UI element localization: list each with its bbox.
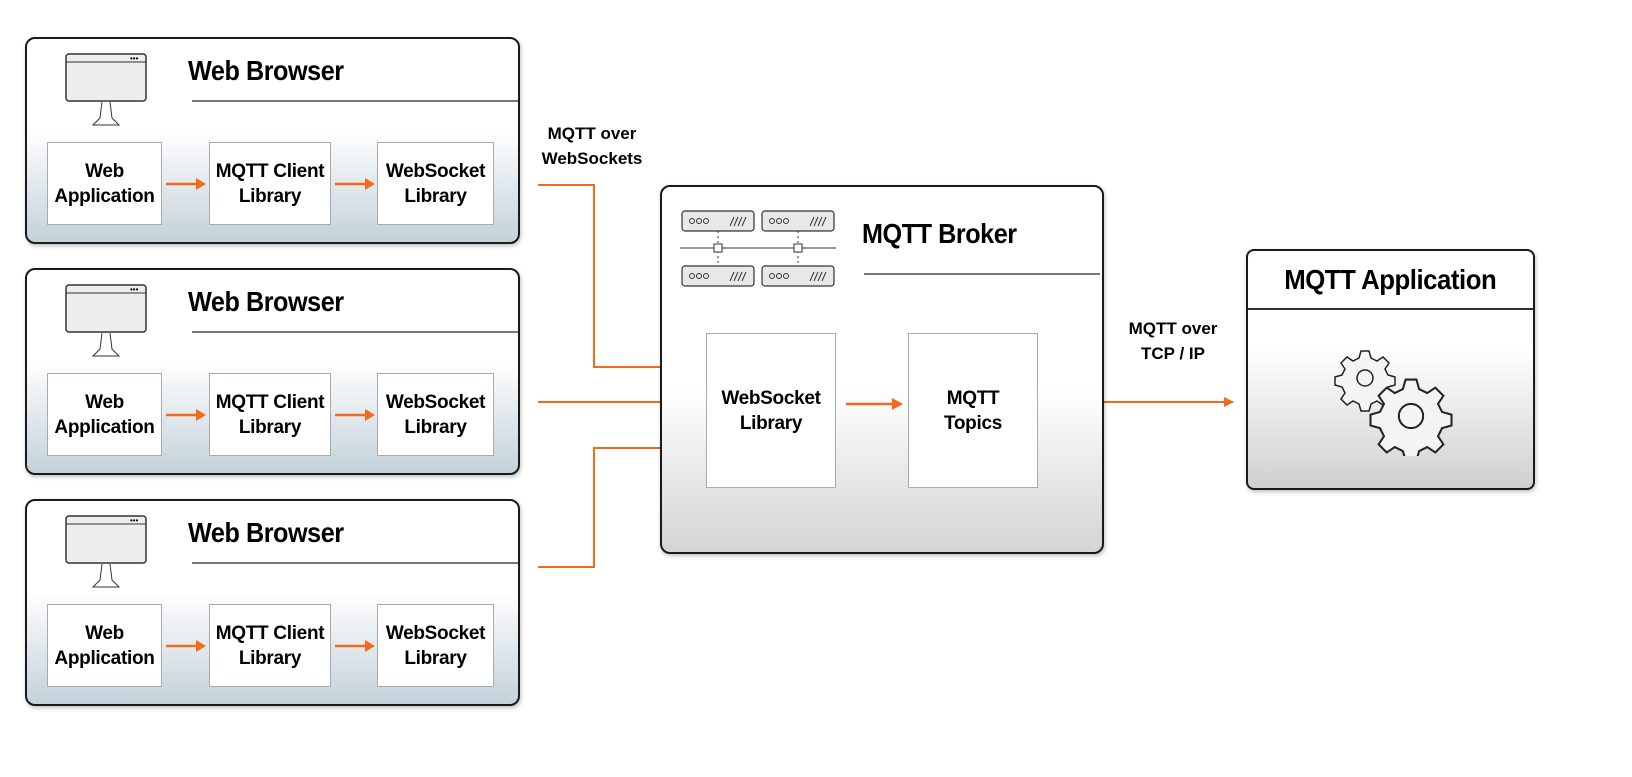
mqtt-broker: MQTT Broker WebSocket Library MQTT Topic… — [660, 185, 1104, 554]
application-title: MQTT Application — [1284, 263, 1497, 295]
mqtt-client-library-box: MQTT Client Library — [209, 373, 331, 456]
broker-title: MQTT Broker — [862, 218, 1017, 249]
mqtt-topics-box: MQTT Topics — [908, 333, 1038, 488]
arrow-icon — [335, 640, 375, 652]
divider — [192, 331, 518, 333]
divider — [192, 562, 518, 564]
broker-websocket-library-box: WebSocket Library — [706, 333, 836, 488]
monitor-icon: ••• — [65, 515, 147, 588]
arrow-icon — [166, 409, 206, 421]
browser-title: Web Browser — [188, 286, 344, 317]
browser-title: Web Browser — [188, 517, 344, 548]
monitor-icon: ••• — [65, 53, 147, 126]
web-application-box: Web Application — [47, 604, 162, 687]
web-application-box: Web Application — [47, 142, 162, 225]
svg-text:•••: ••• — [130, 54, 139, 63]
mqtt-client-library-box: MQTT Client Library — [209, 604, 331, 687]
websocket-library-box: WebSocket Library — [377, 604, 494, 687]
divider — [864, 273, 1100, 275]
server-cluster-icon — [680, 210, 836, 287]
arrow-icon — [335, 409, 375, 421]
websocket-library-box: WebSocket Library — [377, 373, 494, 456]
svg-text:•••: ••• — [130, 285, 139, 294]
svg-text:•••: ••• — [130, 516, 139, 525]
mqtt-client-library-box: MQTT Client Library — [209, 142, 331, 225]
arrow-icon — [166, 640, 206, 652]
web-browser-3: ••• Web Browser Web Application MQTT Cli… — [25, 499, 520, 706]
web-application-box: Web Application — [47, 373, 162, 456]
arrow-icon — [335, 178, 375, 190]
websocket-library-box: WebSocket Library — [377, 142, 494, 225]
web-browser-2: ••• Web Browser Web Application MQTT Cli… — [25, 268, 520, 475]
gears-icon — [1334, 350, 1453, 456]
divider — [192, 100, 518, 102]
monitor-icon: ••• — [65, 284, 147, 357]
label-mqtt-over-tcp: MQTT over TCP / IP — [1128, 319, 1218, 363]
web-browser-1: ••• Web Browser Web Application MQTT Cli… — [25, 37, 520, 244]
arrow-icon — [166, 178, 206, 190]
browser-title: Web Browser — [188, 55, 344, 86]
label-mqtt-over-websockets: MQTT over WebSockets — [541, 124, 643, 168]
mqtt-application: MQTT Application — [1246, 249, 1535, 490]
arrow-icon — [846, 398, 903, 410]
